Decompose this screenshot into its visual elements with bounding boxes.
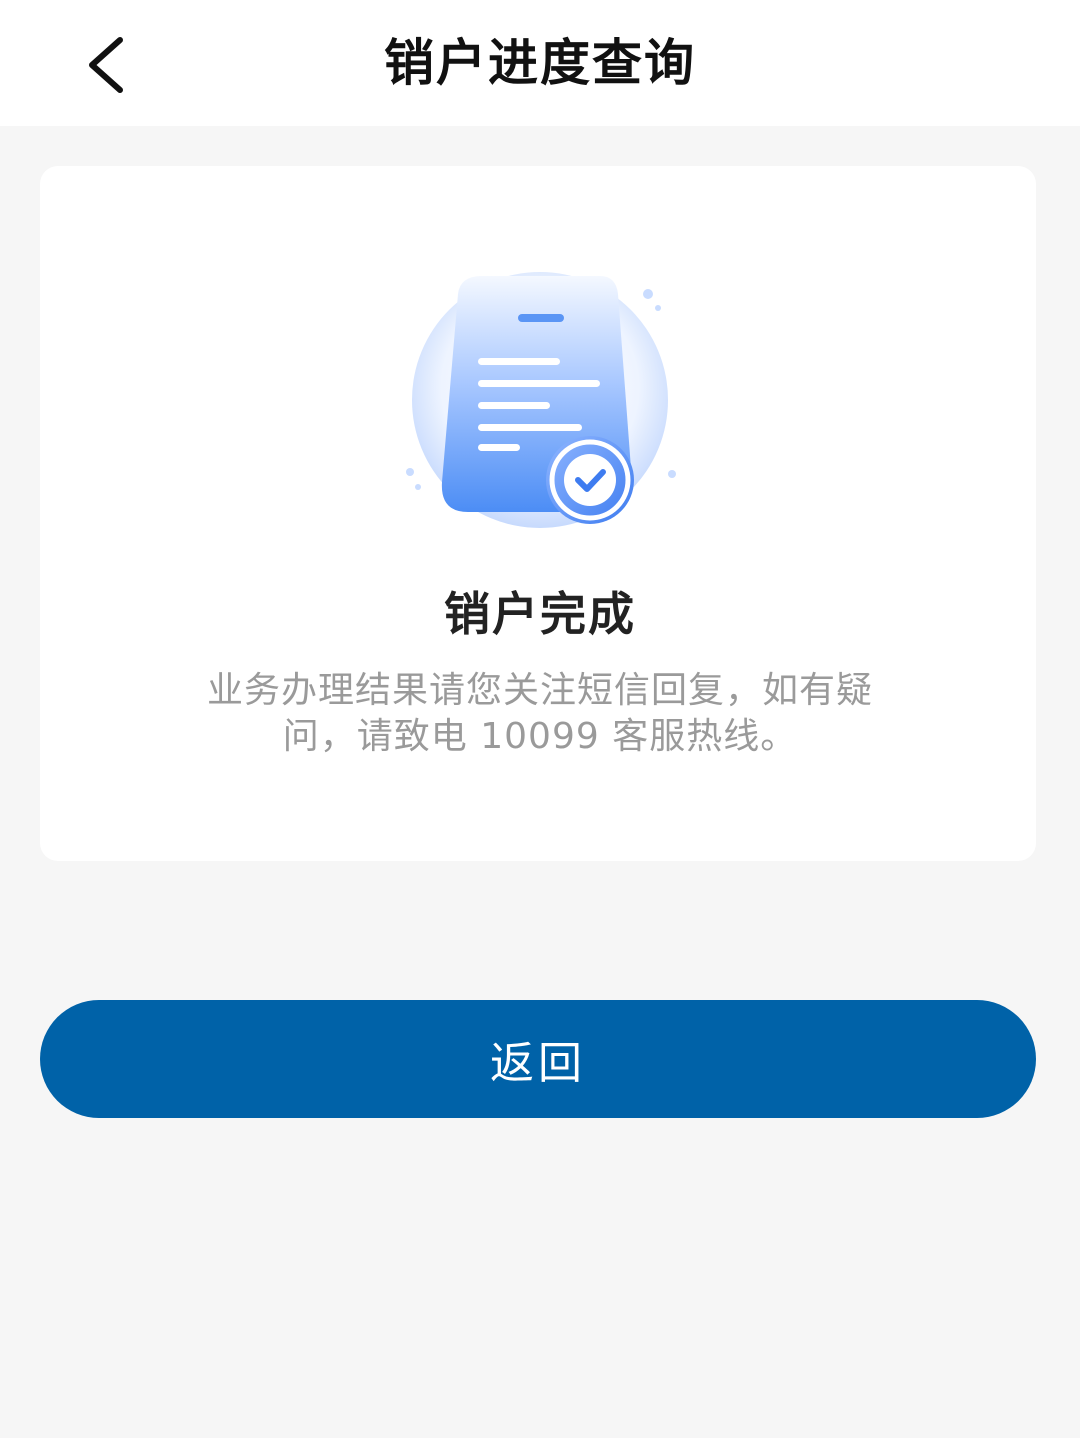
navigation-bar: 销户进度查询 — [0, 0, 1080, 126]
back-button[interactable] — [72, 30, 142, 100]
document-check-icon — [390, 262, 690, 542]
result-title: 销户完成 — [444, 587, 636, 641]
return-button[interactable]: 返回 — [40, 1000, 1036, 1118]
page-title: 销户进度查询 — [384, 34, 696, 92]
chevron-left-icon — [89, 37, 123, 93]
result-message: 业务办理结果请您关注短信回复，如有疑问，请致电 10099 客服热线。 — [206, 670, 873, 757]
